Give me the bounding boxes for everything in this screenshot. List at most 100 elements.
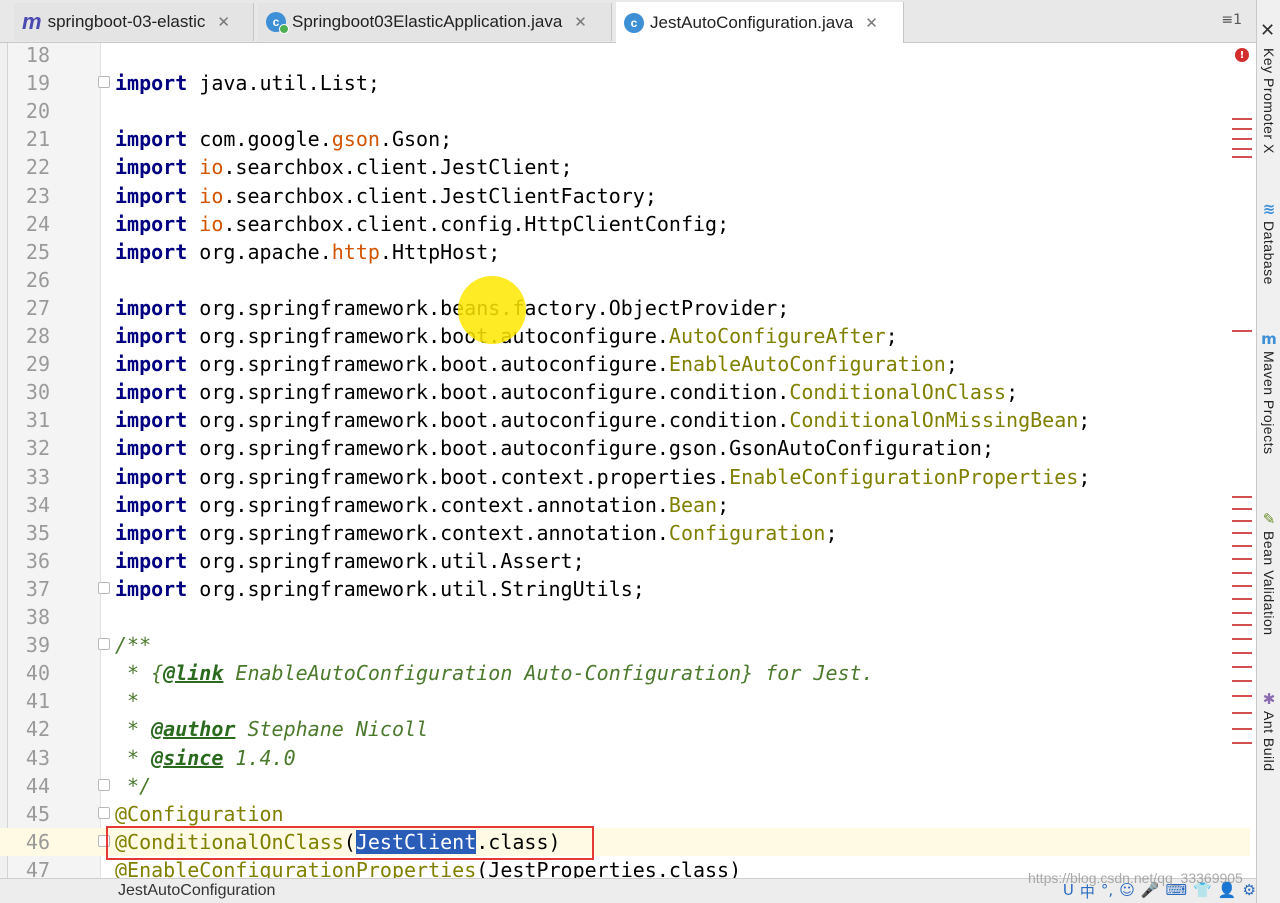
code-line[interactable]: 24 import io.searchbox.client.config.Http… bbox=[0, 210, 1250, 238]
code-text[interactable]: import org.springframework.util.StringUt… bbox=[115, 575, 645, 603]
line-number[interactable]: 18 bbox=[10, 41, 50, 69]
tab-jest-auto-configuration[interactable]: c JestAutoConfiguration.java ✕ bbox=[616, 2, 904, 43]
code-text[interactable]: import io.searchbox.client.JestClientFac… bbox=[115, 182, 657, 210]
line-number[interactable]: 42 bbox=[10, 715, 50, 743]
line-number[interactable]: 25 bbox=[10, 238, 50, 266]
error-stripe-mark[interactable] bbox=[1232, 652, 1252, 654]
code-text[interactable]: import io.searchbox.client.JestClient; bbox=[115, 153, 573, 181]
line-number[interactable]: 27 bbox=[10, 294, 50, 322]
code-text[interactable]: * @since 1.4.0 bbox=[115, 744, 296, 772]
fold-icon[interactable] bbox=[98, 806, 110, 819]
code-text[interactable]: * @author Stephane Nicoll bbox=[115, 715, 428, 743]
line-number[interactable]: 44 bbox=[10, 772, 50, 800]
line-number[interactable]: 45 bbox=[10, 800, 50, 828]
code-text[interactable]: import org.springframework.util.Assert; bbox=[115, 547, 585, 575]
error-stripe[interactable] bbox=[1226, 43, 1256, 878]
code-line[interactable]: 45 @Configuration bbox=[0, 800, 1250, 828]
error-stripe-mark[interactable] bbox=[1232, 624, 1252, 626]
line-number[interactable]: 20 bbox=[10, 97, 50, 125]
line-number[interactable]: 35 bbox=[10, 519, 50, 547]
line-number[interactable]: 36 bbox=[10, 547, 50, 575]
code-line[interactable]: 37 import org.springframework.util.String… bbox=[0, 575, 1250, 603]
line-number[interactable]: 46 bbox=[10, 828, 50, 856]
code-text[interactable]: import org.springframework.beans.factory… bbox=[115, 294, 789, 322]
tool-window-database[interactable]: ≋ Database bbox=[1258, 200, 1280, 285]
fold-icon[interactable] bbox=[98, 638, 110, 651]
error-stripe-mark[interactable] bbox=[1232, 508, 1252, 510]
code-line[interactable]: 18 bbox=[0, 41, 1250, 69]
code-text[interactable]: */ bbox=[115, 772, 151, 800]
line-number[interactable]: 41 bbox=[10, 687, 50, 715]
code-line[interactable]: 27 import org.springframework.beans.facto… bbox=[0, 294, 1250, 322]
tab-springboot-03-elastic[interactable]: m springboot-03-elastic ✕ bbox=[14, 3, 254, 41]
code-text[interactable]: /** bbox=[115, 631, 151, 659]
error-stripe-mark[interactable] bbox=[1232, 728, 1252, 730]
line-number[interactable]: 32 bbox=[10, 434, 50, 462]
line-number[interactable]: 39 bbox=[10, 631, 50, 659]
line-number[interactable]: 33 bbox=[10, 463, 50, 491]
code-text[interactable]: * bbox=[115, 687, 139, 715]
code-text[interactable]: import io.searchbox.client.config.HttpCl… bbox=[115, 210, 729, 238]
code-line[interactable]: 36 import org.springframework.util.Assert… bbox=[0, 547, 1250, 575]
error-stripe-mark[interactable] bbox=[1232, 742, 1252, 744]
error-stripe-mark[interactable] bbox=[1232, 128, 1252, 130]
line-number[interactable]: 21 bbox=[10, 125, 50, 153]
fold-icon[interactable] bbox=[98, 581, 110, 594]
error-stripe-mark[interactable] bbox=[1232, 585, 1252, 587]
code-line[interactable]: 38 bbox=[0, 603, 1250, 631]
code-line[interactable]: 20 bbox=[0, 97, 1250, 125]
code-line[interactable]: 29 import org.springframework.boot.autoco… bbox=[0, 350, 1250, 378]
code-text[interactable]: import org.apache.http.HttpHost; bbox=[115, 238, 500, 266]
line-number[interactable]: 23 bbox=[10, 182, 50, 210]
error-stripe-mark[interactable] bbox=[1232, 598, 1252, 600]
tool-window-ant-build[interactable]: ✱ Ant Build bbox=[1258, 690, 1280, 772]
error-stripe-mark[interactable] bbox=[1232, 532, 1252, 534]
error-stripe-mark[interactable] bbox=[1232, 572, 1252, 574]
code-line[interactable]: 40 * {@link EnableAutoConfiguration Auto… bbox=[0, 659, 1250, 687]
error-stripe-mark[interactable] bbox=[1232, 712, 1252, 714]
error-stripe-mark[interactable] bbox=[1232, 666, 1252, 668]
line-number[interactable]: 19 bbox=[10, 69, 50, 97]
line-number[interactable]: 30 bbox=[10, 378, 50, 406]
code-line[interactable]: 35 import org.springframework.context.ann… bbox=[0, 519, 1250, 547]
breadcrumb[interactable]: JestAutoConfiguration bbox=[118, 882, 275, 900]
line-number[interactable]: 38 bbox=[10, 603, 50, 631]
tool-window-key-promoter-x[interactable]: Key Promoter X bbox=[1258, 45, 1280, 154]
line-number[interactable]: 34 bbox=[10, 491, 50, 519]
code-line[interactable]: 30 import org.springframework.boot.autoco… bbox=[0, 378, 1250, 406]
code-line[interactable]: 25 import org.apache.http.HttpHost; bbox=[0, 238, 1250, 266]
code-line[interactable]: 31 import org.springframework.boot.autoco… bbox=[0, 406, 1250, 434]
error-stripe-mark[interactable] bbox=[1232, 138, 1252, 140]
tray-icon[interactable]: ⚙ bbox=[1243, 881, 1256, 902]
close-icon[interactable]: ✕ bbox=[1260, 20, 1275, 41]
code-editor[interactable]: 18 19 import java.util.List; 20 21 import com… bbox=[0, 41, 1250, 878]
code-line[interactable]: 41 * bbox=[0, 687, 1250, 715]
code-line[interactable]: 21 import com.google.gson.Gson; bbox=[0, 125, 1250, 153]
close-icon[interactable]: ✕ bbox=[217, 13, 230, 31]
tool-window-maven-projects[interactable]: m Maven Projects bbox=[1258, 330, 1280, 454]
line-number[interactable]: 22 bbox=[10, 153, 50, 181]
error-stripe-mark[interactable] bbox=[1232, 695, 1252, 697]
fold-icon[interactable] bbox=[98, 76, 110, 89]
code-line[interactable]: 34 import org.springframework.context.ann… bbox=[0, 491, 1250, 519]
line-number[interactable]: 43 bbox=[10, 744, 50, 772]
error-stripe-mark[interactable] bbox=[1232, 612, 1252, 614]
code-line[interactable]: 44 */ bbox=[0, 772, 1250, 800]
error-stripe-mark[interactable] bbox=[1232, 156, 1252, 158]
code-text[interactable]: import org.springframework.boot.autoconf… bbox=[115, 406, 1090, 434]
close-icon[interactable]: ✕ bbox=[865, 14, 878, 32]
code-line[interactable]: 22 import io.searchbox.client.JestClient; bbox=[0, 153, 1250, 181]
error-stripe-mark[interactable] bbox=[1232, 496, 1252, 498]
code-text[interactable]: import java.util.List; bbox=[115, 69, 380, 97]
error-stripe-mark[interactable] bbox=[1232, 330, 1252, 332]
line-number[interactable]: 28 bbox=[10, 322, 50, 350]
line-number[interactable]: 29 bbox=[10, 350, 50, 378]
tab-springboot03-elastic-application[interactable]: c Springboot03ElasticApplication.java ✕ bbox=[258, 3, 612, 41]
code-line[interactable]: 23 import io.searchbox.client.JestClientF… bbox=[0, 182, 1250, 210]
error-stripe-mark[interactable] bbox=[1232, 545, 1252, 547]
code-line[interactable]: 42 * @author Stephane Nicoll bbox=[0, 715, 1250, 743]
code-line[interactable]: 33 import org.springframework.boot.contex… bbox=[0, 463, 1250, 491]
line-number[interactable]: 47 bbox=[10, 856, 50, 878]
code-line[interactable]: 28 import org.springframework.boot.autoco… bbox=[0, 322, 1250, 350]
error-stripe-mark[interactable] bbox=[1232, 680, 1252, 682]
